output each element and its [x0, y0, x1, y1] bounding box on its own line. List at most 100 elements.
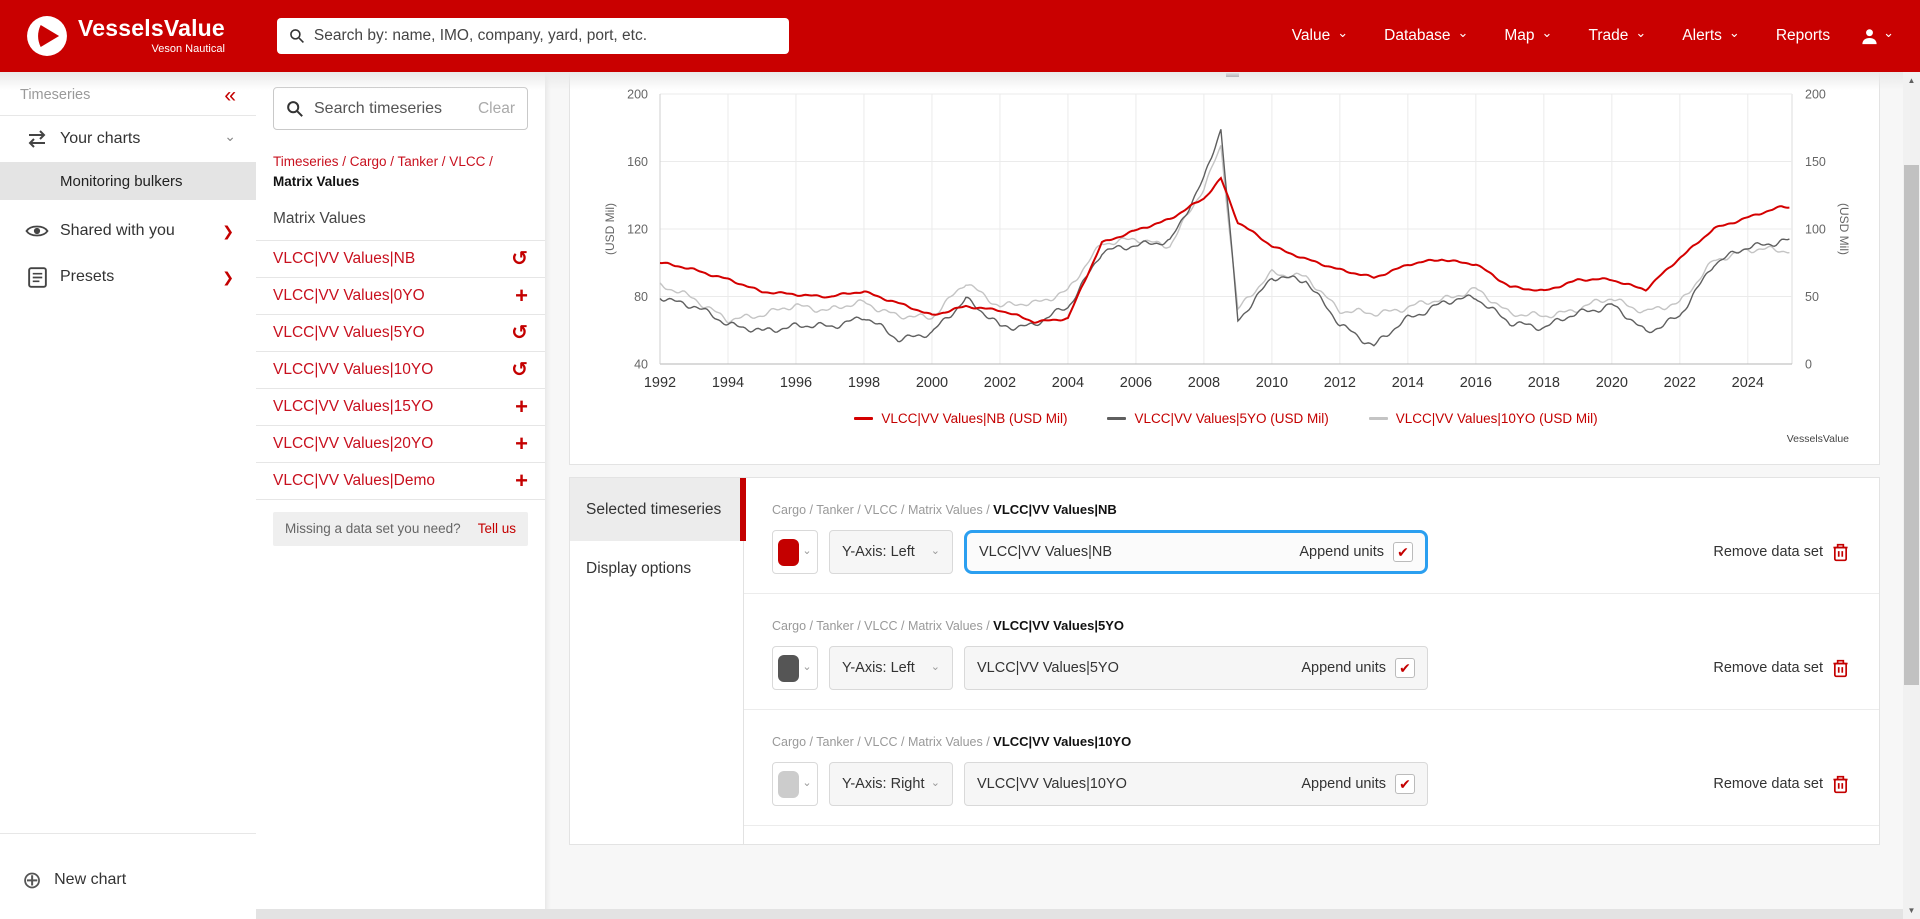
remove-dataset-button[interactable]: Remove data set [1713, 543, 1849, 562]
dataset-config-row: Cargo / Tanker / VLCC / Matrix Values / … [744, 594, 1879, 710]
tell-us-link[interactable]: Tell us [478, 521, 516, 536]
browser-section-title: Matrix Values [273, 209, 366, 227]
nav-item[interactable]: Alerts ⌄ [1682, 24, 1740, 45]
timeseries-search-input[interactable]: Search timeseries Clear [273, 87, 528, 130]
tab-selected-timeseries[interactable]: Selected timeseries [570, 478, 743, 541]
list-item[interactable]: VLCC|VV Values|15YO + [256, 389, 545, 426]
svg-text:0: 0 [1805, 358, 1812, 372]
plus-circle-icon: ⊕ [22, 866, 43, 894]
clear-search-button[interactable]: Clear [478, 100, 515, 118]
remove-dataset-button[interactable]: Remove data set [1713, 659, 1849, 678]
chevron-down-icon: ⌄ [1541, 24, 1553, 40]
color-swatch [778, 538, 800, 566]
chevron-down-icon: ⌄ [1728, 24, 1740, 40]
list-item[interactable]: VLCC|VV Values|20YO + [256, 426, 545, 463]
svg-text:(USD Mil): (USD Mil) [603, 203, 617, 255]
scroll-down-icon[interactable]: ▼ [1903, 902, 1920, 919]
global-search-input[interactable]: Search by: name, IMO, company, yard, por… [276, 18, 789, 54]
nav-item[interactable]: Value ⌄ [1292, 26, 1348, 45]
append-units-label: Append units [1301, 660, 1386, 676]
nav-item[interactable]: Map ⌄ [1504, 24, 1553, 45]
swap-arrows-icon [24, 130, 50, 148]
nav-item[interactable]: Trade ⌄ [1588, 26, 1646, 45]
append-units-label: Append units [1301, 776, 1386, 792]
chevron-down-icon: ⌄ [802, 544, 812, 557]
nav-item[interactable]: Reports [1776, 27, 1830, 45]
legend-swatch [1107, 417, 1127, 420]
undo-icon[interactable]: ↺ [511, 246, 528, 271]
sidebar-item-monitoring-bulkers[interactable]: Monitoring bulkers [0, 162, 256, 200]
user-menu[interactable]: ⌄ [1860, 24, 1894, 46]
svg-text:120: 120 [627, 223, 648, 237]
dataset-name-input[interactable]: VLCC|VV Values|5YO Append units ✔ [964, 646, 1428, 690]
legend-item[interactable]: VLCC|VV Values|10YO (USD Mil) [1368, 411, 1598, 426]
scroll-up-icon[interactable]: ▲ [1903, 72, 1920, 89]
list-item[interactable]: VLCC|VV Values|Demo + [256, 463, 545, 500]
tab-display-options[interactable]: Display options [570, 541, 743, 596]
breadcrumb: Timeseries / Cargo / Tanker / VLCC / Mat… [273, 152, 528, 193]
svg-text:80: 80 [634, 290, 648, 304]
timeseries-chart: 200 160 120 80 40 200 150 100 50 0 1992 1994 1996 199… [570, 73, 1881, 465]
list-item[interactable]: VLCC|VV Values|NB ↺ [256, 241, 545, 278]
config-tabs: Selected timeseries Display options [570, 478, 746, 844]
color-swatch-dropdown[interactable]: ⌄ [772, 762, 818, 806]
list-item[interactable]: VLCC|VV Values|5YO ↺ [256, 315, 545, 352]
y-axis-select[interactable]: Y-Axis: Right ⌄ [829, 762, 953, 806]
trash-icon[interactable] [1832, 659, 1849, 678]
svg-text:100: 100 [1805, 223, 1826, 237]
footer-strip [256, 909, 1903, 919]
chevron-down-icon: ⌄ [224, 128, 236, 144]
append-units-checkbox[interactable]: ✔ [1393, 542, 1413, 562]
remove-dataset-button[interactable]: Remove data set [1713, 775, 1849, 794]
page-scrollbar[interactable]: ▲ ▼ [1903, 72, 1920, 919]
legend-item[interactable]: VLCC|VV Values|5YO (USD Mil) [1107, 411, 1329, 426]
color-swatch-dropdown[interactable]: ⌄ [772, 530, 818, 574]
y-axis-select[interactable]: Y-Axis: Left ⌄ [829, 530, 953, 574]
list-item[interactable]: VLCC|VV Values|10YO ↺ [256, 352, 545, 389]
chevron-down-icon: ⌄ [930, 776, 940, 789]
timeseries-search-placeholder: Search timeseries [314, 99, 443, 117]
chevron-down-icon: ⌄ [1883, 24, 1894, 40]
vesselsvalue-logo[interactable]: VesselsValue Veson Nautical [26, 15, 225, 57]
list-item[interactable]: VLCC|VV Values|0YO + [256, 278, 545, 315]
svg-text:200: 200 [1805, 88, 1826, 102]
legend-swatch [1368, 417, 1388, 420]
y-axis-select[interactable]: Y-Axis: Left ⌄ [829, 646, 953, 690]
color-swatch-dropdown[interactable]: ⌄ [772, 646, 818, 690]
nav-item[interactable]: Database ⌄ [1384, 26, 1468, 45]
chevron-down-icon: ⌄ [802, 660, 812, 673]
search-icon [289, 28, 305, 44]
left-sidebar: Timeseries « Your charts ⌄ Monitoring bu… [0, 72, 256, 919]
sidebar-item-presets[interactable]: Presets ❯ [0, 254, 256, 300]
sidebar-item-your-charts[interactable]: Your charts ⌄ [0, 116, 256, 162]
trash-icon[interactable] [1832, 543, 1849, 562]
undo-icon[interactable]: ↺ [511, 357, 528, 382]
dataset-config-row: Cargo / Tanker / VLCC / Matrix Values / … [744, 478, 1879, 594]
svg-text:2002: 2002 [984, 375, 1016, 391]
collapse-sidebar-icon[interactable]: « [224, 84, 236, 108]
search-icon [286, 100, 304, 118]
undo-icon[interactable]: ↺ [511, 320, 528, 345]
legend-item[interactable]: VLCC|VV Values|NB (USD Mil) [854, 411, 1067, 426]
timeseries-list: VLCC|VV Values|NB ↺ VLCC|VV Values|0YO +… [256, 239, 545, 500]
svg-text:2006: 2006 [1120, 375, 1152, 391]
sidebar-item-shared-with-you[interactable]: Shared with you ❯ [0, 208, 256, 254]
dataset-name-input[interactable]: VLCC|VV Values|10YO Append units ✔ [964, 762, 1428, 806]
brand-subtitle: Veson Nautical [151, 43, 225, 55]
dataset-breadcrumb: Cargo / Tanker / VLCC / Matrix Values / … [772, 502, 1117, 517]
append-units-checkbox[interactable]: ✔ [1395, 658, 1415, 678]
svg-text:1992: 1992 [644, 375, 676, 391]
trash-icon[interactable] [1832, 775, 1849, 794]
scrollbar-thumb[interactable] [1904, 165, 1919, 685]
svg-text:2016: 2016 [1460, 375, 1492, 391]
svg-text:2004: 2004 [1052, 375, 1084, 391]
dataset-breadcrumb: Cargo / Tanker / VLCC / Matrix Values / … [772, 618, 1124, 633]
breadcrumb-links[interactable]: Timeseries / Cargo / Tanker / VLCC / [273, 154, 493, 169]
append-units-checkbox[interactable]: ✔ [1395, 774, 1415, 794]
chevron-right-icon: ❯ [222, 222, 234, 239]
chart-card: 200 160 120 80 40 200 150 100 50 0 1992 1994 1996 199… [569, 73, 1880, 465]
new-chart-button[interactable]: ⊕ New chart [0, 857, 256, 903]
active-tab-indicator [740, 478, 746, 541]
chevron-down-icon: ⌄ [930, 544, 940, 557]
dataset-name-input[interactable]: VLCC|VV Values|NB Append units ✔ [964, 530, 1428, 574]
